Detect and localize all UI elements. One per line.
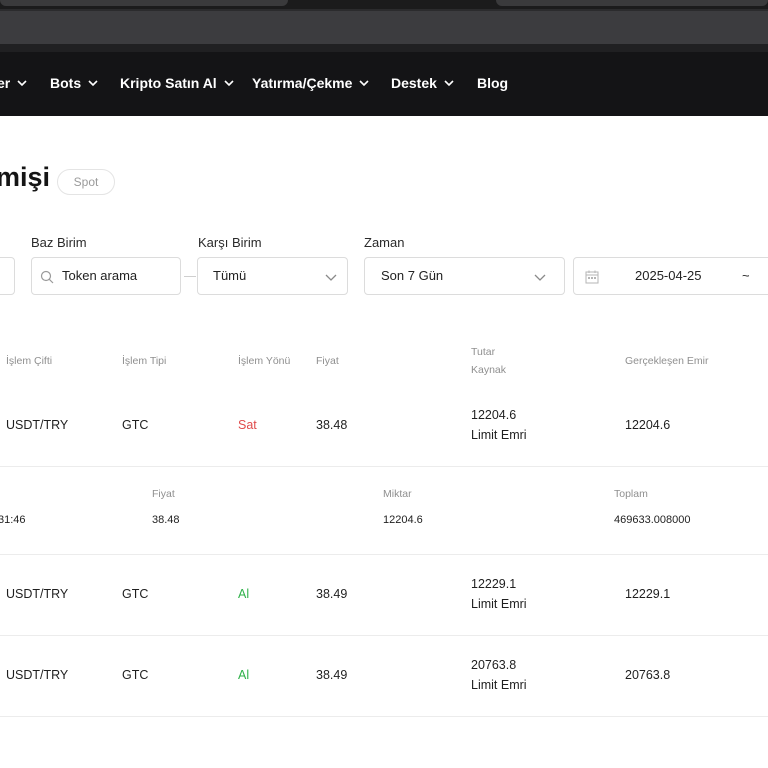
nav-item-label: Destek xyxy=(391,75,437,91)
row-pair: USDT/TRY xyxy=(6,668,69,682)
row-price: 38.49 xyxy=(316,587,348,601)
chevron-down-icon xyxy=(359,80,369,87)
base-currency-label: Baz Birim xyxy=(31,235,87,250)
quote-currency-label: Karşı Birim xyxy=(198,235,262,250)
row-pair: USDT/TRY xyxy=(6,418,69,432)
time-range-value: Son 7 Gün xyxy=(381,268,444,283)
nav-item-markets[interactable]: er xyxy=(0,73,28,93)
top-navbar xyxy=(0,52,768,116)
header-price: Fiyat xyxy=(316,355,339,367)
nav-item-label: Yatırma/Çekme xyxy=(252,75,353,91)
page-title: mişi xyxy=(0,162,51,192)
base-currency-search[interactable]: Token arama xyxy=(31,257,181,295)
chevron-down-icon xyxy=(534,274,546,281)
row-type: GTC xyxy=(122,587,149,601)
time-label: Zaman xyxy=(364,235,405,250)
row-source: Limit Emri xyxy=(471,678,527,692)
date-start[interactable]: 2025-04-25 xyxy=(635,268,702,283)
header-side: İşlem Yönü xyxy=(238,355,291,367)
chevron-down-icon xyxy=(224,80,234,87)
browser-tab[interactable] xyxy=(0,0,288,6)
calendar-icon xyxy=(585,270,599,284)
date-separator: ~ xyxy=(742,268,750,283)
row-price: 38.48 xyxy=(316,418,348,432)
row-price: 38.49 xyxy=(316,668,348,682)
row-filled: 20763.8 xyxy=(625,668,671,682)
row-source: Limit Emri xyxy=(471,428,527,442)
header-amount: Tutar xyxy=(471,346,496,358)
nav-item-blog[interactable]: Blog xyxy=(477,73,508,93)
nav-item-bots[interactable]: Bots xyxy=(50,73,99,93)
nav-item-label: Bots xyxy=(50,75,82,91)
header-pair: İşlem Çifti xyxy=(6,355,53,367)
nav-item-label: Blog xyxy=(477,75,509,91)
quote-currency-value: Tümü xyxy=(213,268,247,283)
browser-chrome xyxy=(0,0,768,52)
search-icon xyxy=(40,270,54,284)
nav-item-label: er xyxy=(0,75,11,91)
row-amount: 20763.8 xyxy=(471,658,517,672)
row-source: Limit Emri xyxy=(471,597,527,611)
row-type: GTC xyxy=(122,418,149,432)
header-source: Kaynak xyxy=(471,364,507,376)
row-filled: 12204.6 xyxy=(625,418,671,432)
chevron-down-icon xyxy=(325,274,337,281)
nav-item-buy-crypto[interactable]: Kripto Satın Al xyxy=(120,73,235,93)
filter-separator xyxy=(184,276,196,277)
row-pair: USDT/TRY xyxy=(6,587,69,601)
nav-item-deposit-withdraw[interactable]: Yatırma/Çekme xyxy=(252,73,370,93)
row-type: GTC xyxy=(122,668,149,682)
detail-price: 38.48 xyxy=(152,514,180,526)
detail-price-label: Fiyat xyxy=(152,488,175,500)
detail-total: 469633.008000 xyxy=(614,514,691,526)
detail-qty-label: Miktar xyxy=(383,488,412,500)
detail-time: 31:46 xyxy=(0,514,26,526)
row-divider xyxy=(0,554,768,555)
previous-filter-field[interactable] xyxy=(0,257,15,295)
chevron-down-icon xyxy=(444,80,454,87)
row-detail-panel xyxy=(0,467,768,555)
search-placeholder: Token arama xyxy=(62,268,138,283)
row-divider xyxy=(0,716,768,717)
address-bar[interactable] xyxy=(0,11,768,44)
chevron-down-icon xyxy=(88,80,98,87)
header-filled: Gerçekleşen Emir xyxy=(625,355,709,367)
date-range-picker[interactable]: 2025-04-25 ~ xyxy=(573,257,768,295)
row-side: Al xyxy=(238,668,250,682)
browser-divider xyxy=(0,44,768,52)
row-side: Al xyxy=(238,587,250,601)
row-divider xyxy=(0,635,768,636)
browser-tab[interactable] xyxy=(496,0,768,6)
nav-item-support[interactable]: Destek xyxy=(391,73,455,93)
header-type: İşlem Tipi xyxy=(122,355,167,367)
detail-total-label: Toplam xyxy=(614,488,648,500)
chevron-down-icon xyxy=(17,80,27,87)
detail-qty: 12204.6 xyxy=(383,514,423,526)
time-range-select[interactable]: Son 7 Gün xyxy=(364,257,565,295)
spot-badge[interactable]: Spot xyxy=(57,169,115,195)
row-amount: 12229.1 xyxy=(471,577,517,591)
row-filled: 12229.1 xyxy=(625,587,671,601)
quote-currency-select[interactable]: Tümü xyxy=(197,257,348,295)
row-amount: 12204.6 xyxy=(471,408,517,422)
row-side: Sat xyxy=(238,418,257,432)
nav-item-label: Kripto Satın Al xyxy=(120,75,217,91)
